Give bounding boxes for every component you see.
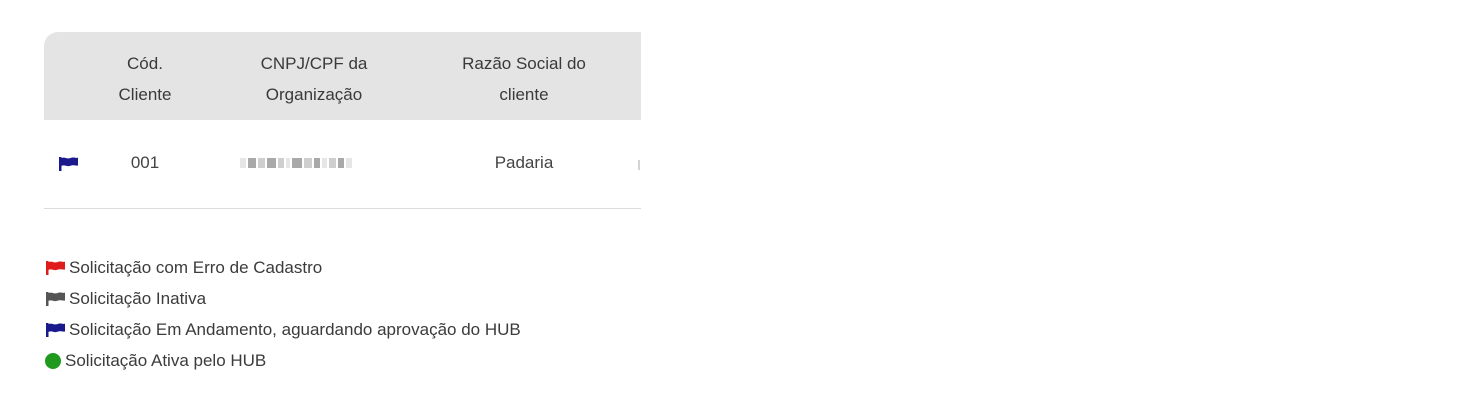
status-legend: Solicitação com Erro de Cadastro Solicit… bbox=[45, 252, 521, 376]
flag-gray-icon bbox=[45, 291, 67, 307]
table-row[interactable]: 001 Padaria bbox=[44, 120, 641, 209]
table-header: Cód. Cliente CNPJ/CPF da Organização Raz… bbox=[44, 32, 641, 120]
legend-item-error: Solicitação com Erro de Cadastro bbox=[45, 252, 521, 283]
legend-label: Solicitação Em Andamento, aguardando apr… bbox=[69, 319, 521, 339]
column-header-document[interactable]: CNPJ/CPF da Organização bbox=[230, 48, 398, 110]
legend-label: Solicitação Inativa bbox=[69, 288, 207, 308]
legend-item-active: Solicitação Ativa pelo HUB bbox=[45, 345, 521, 376]
document-cell-masked bbox=[240, 158, 352, 168]
flag-blue-icon bbox=[45, 322, 67, 338]
clients-table: Cód. Cliente CNPJ/CPF da Organização Raz… bbox=[44, 32, 641, 209]
column-header-client-code[interactable]: Cód. Cliente bbox=[104, 48, 186, 110]
flag-blue-icon bbox=[58, 156, 80, 177]
company-name-cell: Padaria bbox=[494, 153, 554, 172]
column-header-company-name[interactable]: Razão Social do cliente bbox=[444, 48, 604, 110]
legend-item-in-progress: Solicitação Em Andamento, aguardando apr… bbox=[45, 314, 521, 345]
client-code-cell: 001 bbox=[130, 153, 160, 172]
legend-label: Solicitação Ativa pelo HUB bbox=[65, 350, 267, 370]
green-dot-icon bbox=[45, 352, 61, 369]
truncated-column-edge bbox=[638, 160, 640, 170]
legend-label: Solicitação com Erro de Cadastro bbox=[69, 257, 323, 277]
legend-item-inactive: Solicitação Inativa bbox=[45, 283, 521, 314]
flag-red-icon bbox=[45, 260, 67, 276]
